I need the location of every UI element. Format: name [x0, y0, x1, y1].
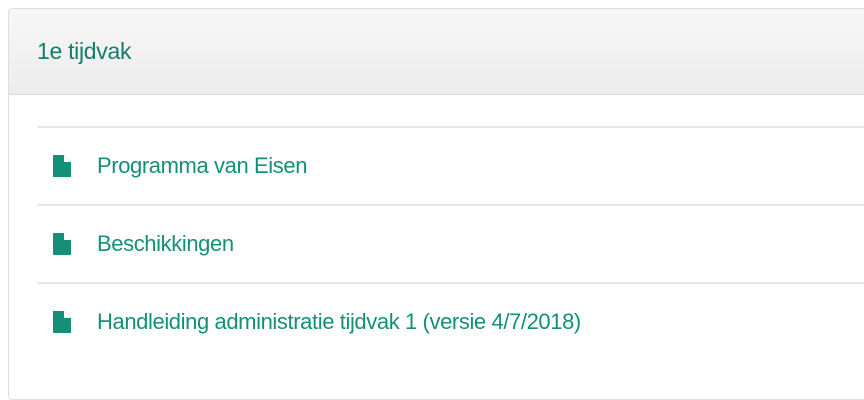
document-link[interactable]: Beschikkingen [97, 231, 234, 257]
list-item-handleiding-administratie[interactable]: Handleiding administratie tijdvak 1 (ver… [37, 284, 864, 360]
file-icon [53, 233, 71, 255]
tijdvak-panel: 1e tijdvak Programma van Eisen Beschikki… [8, 8, 864, 400]
list-item-programma-van-eisen[interactable]: Programma van Eisen [37, 128, 864, 206]
file-icon [53, 311, 71, 333]
list-item-beschikkingen[interactable]: Beschikkingen [37, 206, 864, 284]
panel-heading: 1e tijdvak [9, 9, 864, 95]
panel-body: Programma van Eisen Beschikkingen Handle… [9, 95, 864, 360]
file-icon [53, 155, 71, 177]
document-link[interactable]: Programma van Eisen [97, 153, 307, 179]
panel-title: 1e tijdvak [37, 38, 132, 64]
document-link[interactable]: Handleiding administratie tijdvak 1 (ver… [97, 309, 581, 335]
document-list: Programma van Eisen Beschikkingen Handle… [37, 126, 864, 360]
